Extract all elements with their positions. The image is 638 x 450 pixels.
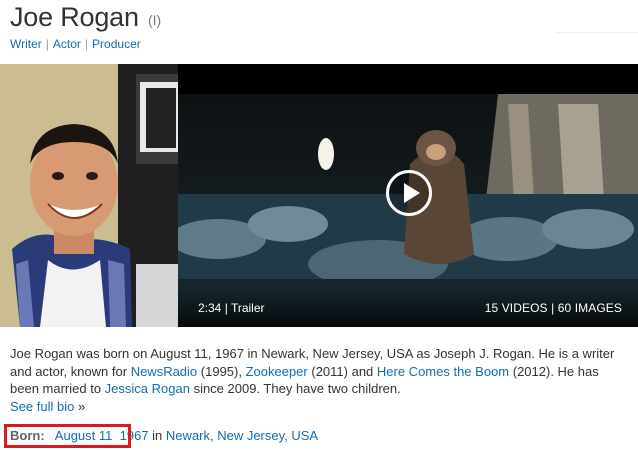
spouse-link-jessica-rogan[interactable]: Jessica Rogan — [105, 381, 190, 396]
highlight-box — [4, 424, 131, 448]
profile-photo[interactable] — [0, 64, 178, 327]
page-header: Joe Rogan (I) Writer | Actor | Producer — [10, 0, 638, 60]
media-strip: 2:34 | Trailer 15 VIDEOS | 60 IMAGES — [0, 64, 638, 327]
media-counts-link[interactable]: 15 VIDEOS | 60 IMAGES — [485, 301, 622, 315]
job-link-writer[interactable]: Writer — [10, 37, 42, 51]
duration-separator: | — [224, 301, 228, 315]
video-caption-bar: 2:34 | Trailer 15 VIDEOS | 60 IMAGES — [178, 289, 638, 327]
page-title: Joe Rogan — [10, 2, 139, 32]
video-type-label: Trailer — [230, 301, 265, 315]
job-separator: | — [84, 37, 89, 51]
bio-text: (2011) and — [307, 363, 377, 379]
see-full-bio-link[interactable]: See full bio — [10, 399, 74, 414]
play-button[interactable] — [386, 170, 432, 216]
title-link-newsradio[interactable]: NewsRadio — [131, 364, 197, 379]
job-link-actor[interactable]: Actor — [53, 37, 81, 51]
title-link-here-comes-the-boom[interactable]: Here Comes the Boom — [377, 364, 509, 379]
see-full-bio-arrow: » — [77, 398, 86, 414]
birth-place-link[interactable]: Newark, New Jersey, USA — [166, 428, 318, 443]
header-divider — [556, 32, 638, 33]
born-in-word: in — [152, 428, 163, 443]
job-separator: | — [45, 37, 49, 51]
bio-text: since 2009. They have two children. — [189, 381, 401, 396]
video-player[interactable]: 2:34 | Trailer 15 VIDEOS | 60 IMAGES — [178, 64, 638, 327]
title-link-zookeeper[interactable]: Zookeeper — [246, 364, 308, 379]
profile-photo-image — [0, 64, 178, 327]
video-duration: 2:34 | Trailer — [198, 301, 265, 315]
bio-summary: Joe Rogan was born on August 11, 1967 in… — [10, 345, 630, 415]
bio-text: (1995), — [197, 363, 246, 379]
job-categories: Writer | Actor | Producer — [10, 37, 141, 51]
name-disambiguation: (I) — [148, 12, 162, 28]
job-link-producer[interactable]: Producer — [92, 37, 141, 51]
duration-value: 2:34 — [198, 301, 222, 315]
play-icon — [404, 183, 420, 203]
